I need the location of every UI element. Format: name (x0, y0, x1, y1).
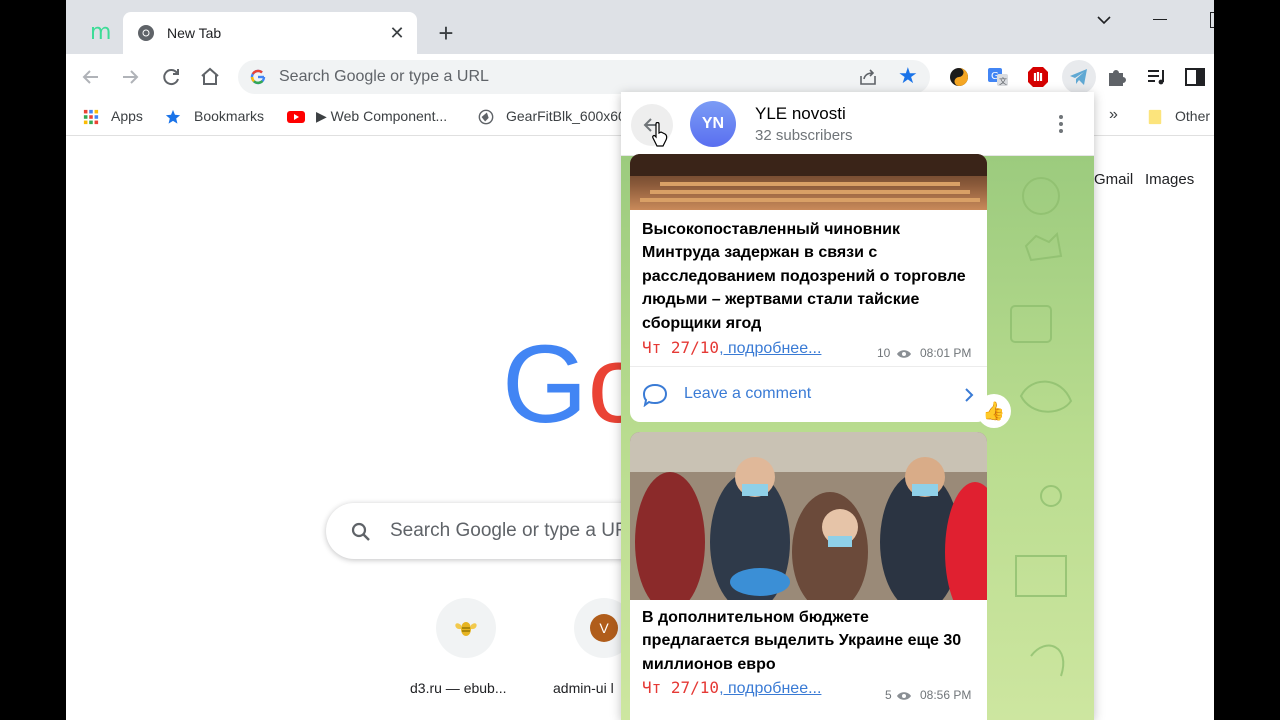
reload-icon[interactable] (158, 64, 184, 90)
shortcut-d3[interactable] (436, 598, 496, 658)
minimize-button[interactable] (1153, 19, 1167, 20)
omnibox-placeholder: Search Google or type a URL (279, 68, 489, 85)
tab-search-chevron-icon[interactable] (1096, 12, 1112, 28)
browser-window: m New Tab ✕ + Search Google or type a UR… (66, 0, 1214, 720)
more-link[interactable]: , подробнее... (719, 680, 821, 697)
reaction-thumbs-up[interactable]: 👍 (977, 394, 1011, 428)
youtube-icon (287, 111, 305, 123)
view-count: 5 (885, 688, 892, 702)
telegram-popup: YN YLE novosti 32 subscribers Высокопост… (621, 92, 1094, 720)
channel-header: YN YLE novosti 32 subscribers (621, 92, 1094, 156)
share-icon[interactable] (858, 68, 878, 86)
telegram-extension-button[interactable] (1062, 60, 1096, 94)
message-photo[interactable] (630, 154, 987, 210)
tab-title: New Tab (167, 25, 222, 41)
message-date: Чт 27/10, подробнее... (642, 678, 822, 697)
bookmark-apps[interactable]: Apps (111, 108, 143, 124)
extension-tab-logo[interactable]: m (90, 22, 111, 44)
translate-icon[interactable]: G 文 (985, 64, 1011, 90)
shortcut-letter-avatar: V (590, 614, 618, 642)
media-control-icon[interactable] (1144, 64, 1170, 90)
bee-icon (455, 622, 477, 636)
message-text: В дополнительном бюджете предлагается вы… (642, 609, 962, 673)
tab-strip: m New Tab ✕ + (66, 0, 1214, 54)
chevron-right-icon (965, 388, 974, 402)
subscriber-count: 32 subscribers (755, 127, 853, 144)
globe-icon (478, 109, 494, 125)
more-vertical-icon[interactable] (1053, 114, 1069, 134)
mouse-cursor-icon (652, 122, 668, 147)
folder-icon (1148, 109, 1162, 125)
more-link[interactable]: , подробнее... (719, 340, 821, 357)
chrome-icon (138, 25, 154, 41)
close-tab-icon[interactable]: ✕ (385, 21, 409, 45)
search-icon (351, 522, 370, 541)
back-icon[interactable] (78, 64, 104, 90)
channel-message[interactable]: В дополнительном бюджете предлагается вы… (630, 432, 987, 720)
eye-icon (897, 692, 911, 700)
auditorium-photo (630, 154, 987, 202)
comment-bubble-icon (642, 383, 668, 407)
message-text: Высокопоставленный чиновник Минтруда зад… (642, 221, 966, 332)
adblock-hand-icon[interactable] (1025, 64, 1051, 90)
channel-message[interactable]: Высокопоставленный чиновник Минтруда зад… (630, 154, 987, 422)
gmail-link[interactable]: Gmail (1094, 171, 1133, 188)
extensions-puzzle-icon[interactable] (1104, 64, 1130, 90)
bookmark-star-icon[interactable]: ★ (898, 64, 918, 88)
shortcut-label[interactable]: admin-ui l (553, 680, 614, 696)
tab-new-tab[interactable]: New Tab ✕ (123, 12, 417, 54)
eye-icon (897, 350, 911, 358)
message-time: 08:01 PM (920, 346, 972, 360)
google-icon (250, 69, 266, 85)
extension-yin-icon[interactable] (946, 64, 972, 90)
google-search-placeholder: Search Google or type a URL (390, 520, 640, 541)
bookmark-bookmarks[interactable]: Bookmarks (194, 108, 264, 124)
apps-grid-icon (83, 109, 99, 125)
message-time: 08:56 PM (920, 688, 972, 702)
shortcut-label[interactable]: d3.ru — ebub... (410, 680, 507, 696)
channel-name[interactable]: YLE novosti (755, 104, 846, 124)
leave-comment-label: Leave a comment (684, 385, 812, 402)
images-link[interactable]: Images (1145, 171, 1194, 188)
side-panel-icon[interactable] (1182, 64, 1208, 90)
omnibox[interactable]: Search Google or type a URL ★ (238, 60, 930, 94)
message-date: Чт 27/10, подробнее... (642, 338, 822, 357)
screen-edge (1214, 0, 1280, 720)
new-tab-button[interactable]: + (432, 20, 460, 48)
home-icon[interactable] (197, 64, 223, 90)
channel-avatar[interactable]: YN (690, 101, 736, 147)
leave-comment-row[interactable]: Leave a comment (630, 366, 987, 422)
view-count: 10 (877, 346, 891, 360)
svg-text:文: 文 (999, 76, 1007, 86)
bookmark-gearfit[interactable]: GearFitBlk_600x60 (506, 108, 626, 124)
bookmarks-overflow[interactable]: » (1109, 106, 1118, 124)
crowd-photo (630, 432, 987, 600)
doodle-pattern (1010, 177, 1073, 677)
message-photo[interactable] (630, 432, 987, 600)
star-icon (165, 109, 181, 124)
bookmark-web-components[interactable]: ▶ Web Component... (316, 108, 447, 125)
telegram-icon (1070, 69, 1087, 85)
forward-icon[interactable] (117, 64, 143, 90)
bookmark-other[interactable]: Other (1175, 108, 1210, 124)
